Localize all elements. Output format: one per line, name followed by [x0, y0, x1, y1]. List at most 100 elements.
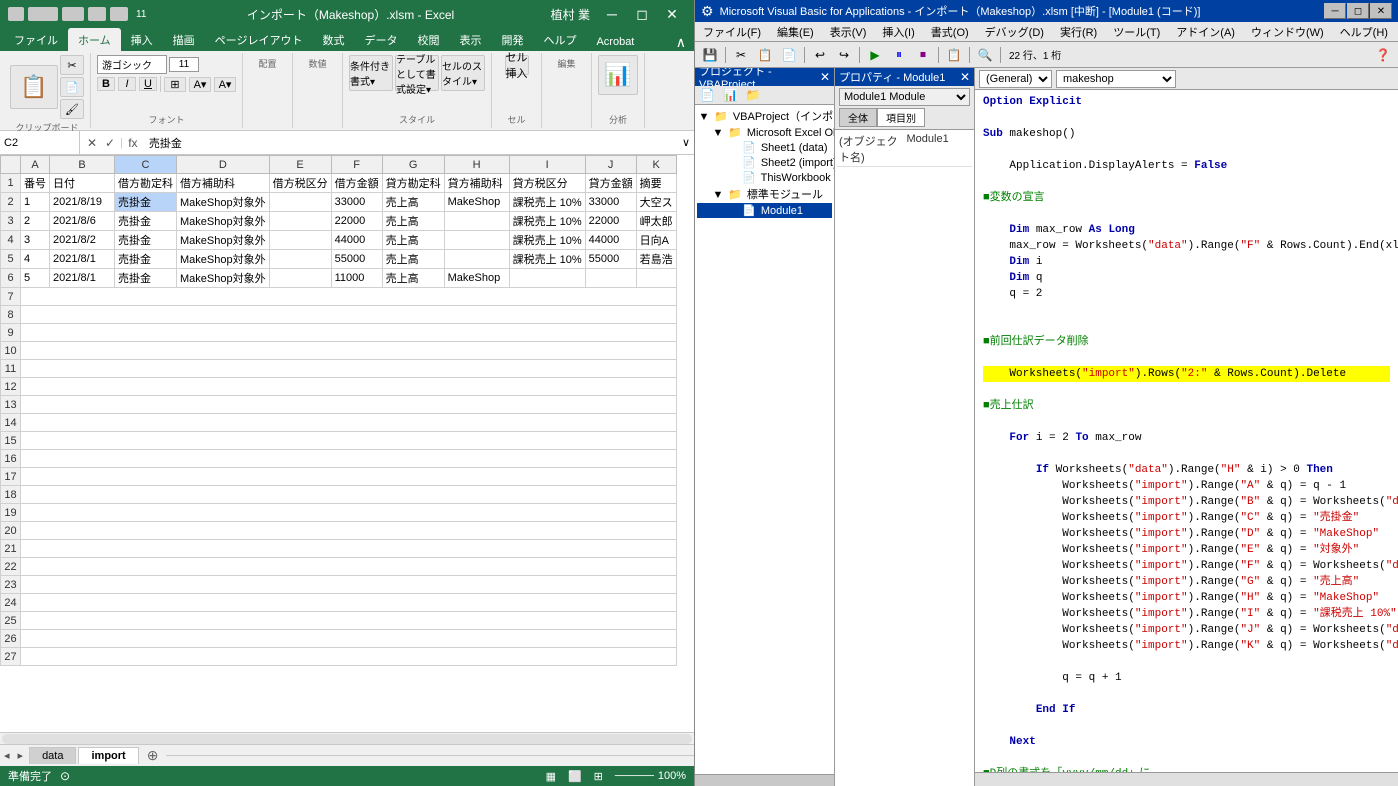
cell-i4[interactable]: 課税売上 10%	[509, 231, 585, 250]
format-painter-button[interactable]: 🖌	[60, 99, 84, 119]
cell-g2[interactable]: 売上高	[382, 193, 444, 212]
cell-j4[interactable]: 44000	[585, 231, 636, 250]
col-header-k[interactable]: K	[636, 156, 676, 174]
cell-a5[interactable]: 4	[21, 250, 50, 269]
tree-modules-folder[interactable]: ▼ 📁 標準モジュール	[697, 185, 832, 203]
cell-h5[interactable]	[444, 250, 509, 269]
view-code-btn[interactable]: 📄	[697, 87, 718, 103]
procedure-select[interactable]: makeshop	[1056, 70, 1176, 88]
close-button[interactable]: ✕	[658, 3, 686, 25]
cell-d2[interactable]: MakeShop対象外	[177, 193, 270, 212]
tab-help[interactable]: ヘルプ	[533, 28, 586, 51]
tb-run[interactable]: ▶	[864, 45, 886, 65]
menu-help[interactable]: ヘルプ(H)	[1332, 22, 1396, 42]
tb-stop[interactable]: ⏹	[912, 45, 934, 65]
tb-save[interactable]: 💾	[699, 45, 721, 65]
project-h-scrollbar[interactable]	[695, 774, 834, 786]
tree-sheet2[interactable]: 📄 Sheet2 (import)	[697, 155, 832, 170]
view-normal[interactable]: ▦	[546, 770, 556, 783]
tb-break[interactable]: ⏸	[888, 45, 910, 65]
cell-g4[interactable]: 売上高	[382, 231, 444, 250]
tab-draw[interactable]: 描画	[163, 28, 205, 51]
cell-j2[interactable]: 33000	[585, 193, 636, 212]
cell-g5[interactable]: 売上高	[382, 250, 444, 269]
cell-f4[interactable]: 44000	[331, 231, 382, 250]
cell-c5[interactable]: 売掛金	[115, 250, 177, 269]
cell-d4[interactable]: MakeShop対象外	[177, 231, 270, 250]
cell-i6[interactable]	[509, 269, 585, 288]
col-header-c[interactable]: C	[115, 156, 177, 174]
tab-file[interactable]: ファイル	[4, 28, 68, 51]
cell-i1[interactable]: 貸方税区分	[509, 174, 585, 193]
view-layout[interactable]: ⬜	[568, 770, 582, 783]
copy-button[interactable]: 📄	[60, 77, 84, 97]
menu-view[interactable]: 表示(V)	[822, 22, 875, 42]
col-header-h[interactable]: H	[444, 156, 509, 174]
cut-button[interactable]: ✂	[60, 55, 84, 75]
formula-input[interactable]: 売掛金	[145, 135, 678, 151]
cell-a2[interactable]: 1	[21, 193, 50, 212]
cell-i5[interactable]: 課税売上 10%	[509, 250, 585, 269]
cell-k4[interactable]: 日向A	[636, 231, 676, 250]
vba-minimize-btn[interactable]: ─	[1324, 3, 1346, 19]
cell-h6[interactable]: MakeShop	[444, 269, 509, 288]
cell-f1[interactable]: 借方金額	[331, 174, 382, 193]
font-color-button[interactable]: A▾	[214, 77, 236, 92]
cell-e6[interactable]	[269, 269, 331, 288]
cell-h3[interactable]	[444, 212, 509, 231]
tab-insert[interactable]: 挿入	[121, 28, 163, 51]
tb-search[interactable]: 🔍	[974, 45, 996, 65]
cell-b6[interactable]: 2021/8/1	[50, 269, 115, 288]
cell-d1[interactable]: 借方補助科	[177, 174, 270, 193]
cell-d3[interactable]: MakeShop対象外	[177, 212, 270, 231]
cell-g6[interactable]: 売上高	[382, 269, 444, 288]
cell-k6[interactable]	[636, 269, 676, 288]
view-page[interactable]: ⊞	[594, 770, 603, 783]
data-analysis-button[interactable]: 📊	[598, 55, 638, 95]
project-close-btn[interactable]: ✕	[820, 70, 830, 84]
cell-c3[interactable]: 売掛金	[115, 212, 177, 231]
col-header-d[interactable]: D	[177, 156, 270, 174]
tab-layout[interactable]: ページレイアウト	[205, 28, 313, 51]
tb-copy[interactable]: 📋	[754, 45, 776, 65]
ribbon-toggle[interactable]: ∧	[676, 34, 690, 51]
cell-a3[interactable]: 2	[21, 212, 50, 231]
cell-a1[interactable]: 番号	[21, 174, 50, 193]
cell-k3[interactable]: 岬太郎	[636, 212, 676, 231]
cell-g3[interactable]: 売上高	[382, 212, 444, 231]
cell-g1[interactable]: 貸方勘定科	[382, 174, 444, 193]
code-editor[interactable]: Option Explicit Sub makeshop() Applicati…	[975, 90, 1398, 772]
sheet-tab-data[interactable]: data	[29, 747, 76, 764]
vba-restore-btn[interactable]: ◻	[1347, 3, 1369, 19]
cell-b5[interactable]: 2021/8/1	[50, 250, 115, 269]
tb-help[interactable]: ❓	[1372, 45, 1394, 65]
menu-insert[interactable]: 挿入(I)	[874, 22, 922, 42]
cell-c6[interactable]: 売掛金	[115, 269, 177, 288]
restore-button[interactable]: ◻	[628, 3, 656, 25]
cell-e3[interactable]	[269, 212, 331, 231]
cell-j1[interactable]: 貸方金額	[585, 174, 636, 193]
code-h-scrollbar[interactable]	[975, 772, 1398, 786]
cell-c2[interactable]: 売掛金	[115, 193, 177, 212]
menu-edit[interactable]: 編集(E)	[769, 22, 822, 42]
col-header-a[interactable]: A	[21, 156, 50, 174]
h-scrollbar[interactable]	[0, 732, 694, 744]
menu-tools[interactable]: ツール(T)	[1105, 22, 1168, 42]
cell-k1[interactable]: 摘要	[636, 174, 676, 193]
menu-addins[interactable]: アドイン(A)	[1168, 22, 1243, 42]
cell-h2[interactable]: MakeShop	[444, 193, 509, 212]
bold-button[interactable]: B	[97, 77, 115, 91]
col-header-g[interactable]: G	[382, 156, 444, 174]
minimize-button[interactable]: ─	[598, 3, 626, 25]
paste-button[interactable]: 📋	[10, 65, 58, 109]
cell-h1[interactable]: 貸方補助科	[444, 174, 509, 193]
tree-sheet1[interactable]: 📄 Sheet1 (data)	[697, 140, 832, 155]
cell-c1[interactable]: 借方勘定科	[115, 174, 177, 193]
col-header-i[interactable]: I	[509, 156, 585, 174]
tab-category[interactable]: 項目別	[877, 108, 925, 127]
tb-cut[interactable]: ✂	[730, 45, 752, 65]
sheet-nav-right[interactable]: ▸	[14, 749, 28, 762]
sheet-nav-left[interactable]: ◂	[0, 749, 14, 762]
cancel-formula-btn[interactable]: ✕	[84, 136, 100, 150]
cell-c4[interactable]: 売掛金	[115, 231, 177, 250]
